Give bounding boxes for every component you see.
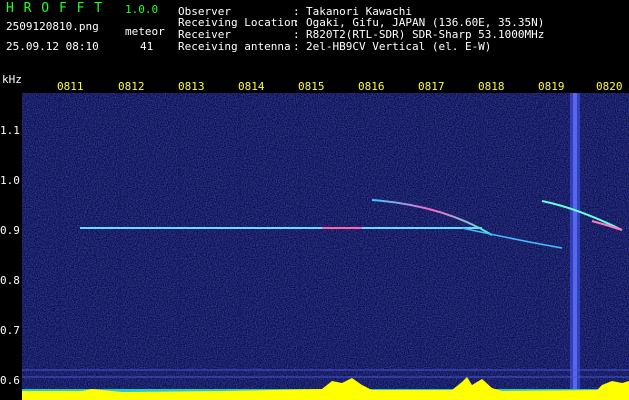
meteor-count: 41 (140, 40, 154, 53)
y-tick-label: 1.1 (0, 124, 20, 137)
y-tick-label: 0.8 (0, 274, 20, 287)
y-tick-label: 0.7 (0, 324, 20, 337)
header-panel: H R O F F T 1.0.0 2509120810.png meteor … (0, 0, 629, 75)
app-name: H R O F F T (6, 1, 104, 16)
spectrogram (22, 93, 629, 400)
x-tick-label: 0816 (358, 80, 385, 93)
y-tick-label: 1.0 (0, 174, 20, 187)
y-axis: 1.1 1.0 0.9 0.8 0.7 0.6 (0, 93, 22, 400)
x-tick-label: 0813 (178, 80, 205, 93)
x-tick-label: 0817 (418, 80, 445, 93)
timestamp: 25.09.12 08:10 (6, 40, 99, 53)
x-tick-label: 0819 (538, 80, 565, 93)
x-tick-label: 0815 (298, 80, 325, 93)
spectrum-noise (22, 93, 629, 400)
x-tick-label: 0812 (118, 80, 145, 93)
x-tick-label: 0811 (57, 80, 84, 93)
x-tick-label: 0818 (478, 80, 505, 93)
x-tick-row: 0811 0812 0813 0814 0815 0816 0817 0818 … (0, 75, 629, 93)
meteor-label: meteor (125, 25, 165, 38)
info-value-antenna: 2el-HB9CV Vertical (el. E-W) (306, 40, 492, 53)
info-sep: : (293, 40, 300, 53)
app-version: 1.0.0 (125, 3, 159, 16)
info-key-antenna: Receiving antenna (178, 40, 291, 53)
x-tick-label: 0814 (238, 80, 265, 93)
x-tick-label: 0820 (596, 80, 623, 93)
y-tick-label: 0.6 (0, 374, 20, 387)
y-tick-label: 0.9 (0, 224, 20, 237)
filename: 2509120810.png (6, 20, 99, 33)
interference-stripe-core (573, 93, 577, 400)
